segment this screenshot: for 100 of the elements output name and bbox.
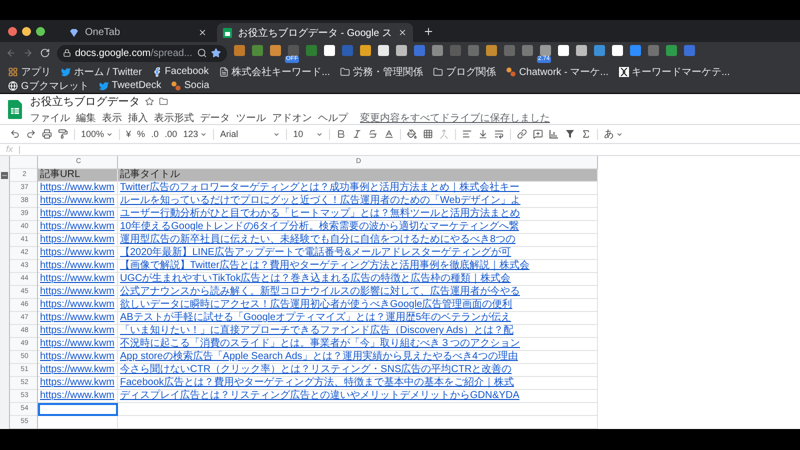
forward-icon[interactable] bbox=[23, 48, 33, 58]
bookmark[interactable]: Socia bbox=[171, 78, 210, 92]
caret-icon bbox=[616, 130, 624, 138]
menu-item[interactable]: ツール bbox=[236, 110, 266, 124]
extension-icon[interactable] bbox=[576, 44, 587, 56]
bookmark[interactable]: Facebook bbox=[152, 64, 209, 78]
bold-icon[interactable] bbox=[336, 129, 346, 139]
search-icon[interactable] bbox=[197, 48, 207, 58]
comment-icon[interactable] bbox=[533, 129, 544, 139]
header-cell: 記事URL bbox=[38, 169, 118, 182]
reload-icon[interactable] bbox=[40, 48, 50, 58]
facebook-icon bbox=[152, 66, 162, 76]
header-cell: 記事タイトル bbox=[118, 169, 598, 182]
bird-icon bbox=[61, 66, 71, 76]
table-cell[interactable] bbox=[38, 416, 118, 429]
link-icon[interactable] bbox=[517, 129, 528, 139]
text-color-icon[interactable] bbox=[384, 129, 394, 139]
table-cell[interactable] bbox=[38, 403, 118, 416]
zoom-dropdown[interactable]: 100% bbox=[81, 129, 114, 139]
minimize-window-button[interactable] bbox=[22, 26, 31, 36]
extension-icon[interactable] bbox=[612, 44, 623, 56]
bookmark[interactable]: 労務・管理関係 bbox=[340, 64, 424, 78]
extension-icon[interactable] bbox=[360, 44, 371, 56]
decrease-decimals-button[interactable]: .0 bbox=[151, 129, 159, 139]
address-bar[interactable]: docs.google.com/spread... bbox=[57, 44, 227, 62]
caret-icon bbox=[273, 130, 280, 138]
percent-button[interactable]: % bbox=[137, 129, 146, 139]
zoom-window-button[interactable] bbox=[36, 26, 45, 36]
borders-icon[interactable] bbox=[423, 129, 434, 139]
menu-item[interactable]: 編集 bbox=[76, 110, 96, 124]
page-icon bbox=[218, 66, 229, 76]
font-dropdown[interactable]: Arial bbox=[220, 129, 280, 139]
bookmark[interactable]: Gブクマレット bbox=[8, 78, 89, 92]
caret-icon bbox=[200, 130, 208, 138]
new-tab-icon[interactable] bbox=[422, 26, 434, 36]
font-size-dropdown[interactable]: 10 bbox=[293, 129, 324, 139]
menu-item[interactable]: 表示形式 bbox=[154, 110, 194, 124]
increase-decimals-button[interactable]: .00 bbox=[164, 129, 178, 139]
bookmark[interactable]: TweetDeck bbox=[98, 78, 162, 92]
close-icon[interactable] bbox=[198, 28, 207, 37]
filter-icon[interactable] bbox=[565, 129, 576, 139]
document-title[interactable]: お役立ちブログデータ bbox=[30, 94, 140, 108]
close-window-button[interactable] bbox=[8, 26, 17, 36]
extension-icon[interactable] bbox=[558, 44, 569, 56]
number-format-dropdown[interactable]: 123 bbox=[183, 129, 208, 139]
caret-icon bbox=[316, 130, 324, 138]
caret-icon bbox=[106, 130, 114, 138]
align-icon[interactable] bbox=[462, 129, 472, 139]
currency-button[interactable]: ¥ bbox=[126, 129, 132, 139]
menu-item[interactable]: データ bbox=[200, 110, 230, 124]
table-cell[interactable] bbox=[118, 416, 598, 429]
collapse-icon[interactable] bbox=[1, 172, 8, 179]
star-icon[interactable] bbox=[211, 48, 221, 58]
folder-icon bbox=[433, 66, 444, 76]
browser-tab[interactable]: OneTab bbox=[63, 23, 213, 42]
bookmark[interactable]: キーワードマーケテ... bbox=[618, 64, 730, 78]
bookmark[interactable]: 株式会社キーワード... bbox=[218, 64, 330, 78]
wrap-icon[interactable] bbox=[494, 129, 504, 139]
fill-color-icon[interactable] bbox=[407, 129, 418, 139]
paint-format-icon[interactable] bbox=[58, 129, 68, 139]
corner-cell[interactable] bbox=[10, 156, 38, 169]
globe-icon bbox=[8, 80, 18, 90]
input-tools-dropdown[interactable]: あ bbox=[604, 127, 624, 141]
sheets-icon bbox=[223, 28, 232, 38]
bird-icon bbox=[98, 80, 109, 90]
bookmark[interactable]: ホーム / Twitter bbox=[61, 64, 142, 78]
menu-item[interactable]: 挿入 bbox=[128, 110, 148, 124]
lock-icon bbox=[63, 49, 71, 57]
strikethrough-icon[interactable] bbox=[368, 129, 378, 139]
extension-icon[interactable] bbox=[324, 44, 335, 56]
formula-label: fx bbox=[6, 145, 14, 154]
bookmark[interactable]: Chatwork - マーケ... bbox=[506, 64, 609, 78]
menu-item[interactable]: ヘルプ bbox=[318, 110, 348, 124]
chart-icon[interactable] bbox=[549, 129, 560, 139]
menu-item[interactable]: アドオン bbox=[272, 110, 312, 124]
dots-icon bbox=[171, 80, 182, 90]
text-cursor bbox=[19, 146, 20, 154]
vertical-align-icon[interactable] bbox=[478, 129, 488, 139]
folder-icon[interactable] bbox=[159, 96, 168, 106]
extension-icon[interactable] bbox=[396, 44, 407, 56]
bookmark[interactable]: ブログ関係 bbox=[433, 64, 496, 78]
menu-item[interactable]: 表示 bbox=[102, 110, 122, 124]
menu-item[interactable]: ファイル bbox=[30, 110, 70, 124]
table-cell[interactable] bbox=[118, 403, 598, 416]
diamond-icon bbox=[69, 28, 79, 38]
extension-icon[interactable] bbox=[378, 44, 389, 56]
dots-icon bbox=[506, 66, 516, 76]
row-gutter bbox=[0, 416, 10, 429]
star-icon[interactable] bbox=[145, 96, 154, 106]
italic-icon[interactable] bbox=[352, 129, 362, 139]
redo-icon[interactable] bbox=[26, 129, 36, 139]
undo-icon[interactable] bbox=[10, 129, 20, 139]
sheets-logo-icon bbox=[8, 100, 22, 118]
browser-tab[interactable]: お役立ちブログデータ - Google ス bbox=[217, 23, 413, 42]
functions-icon[interactable] bbox=[581, 129, 592, 139]
back-icon[interactable] bbox=[6, 48, 16, 58]
save-status-link[interactable]: 変更内容をすべてドライブに保存しました bbox=[360, 110, 550, 124]
close-icon[interactable] bbox=[398, 28, 407, 37]
bookmark[interactable]: アプリ bbox=[8, 64, 51, 78]
print-icon[interactable] bbox=[42, 129, 52, 139]
